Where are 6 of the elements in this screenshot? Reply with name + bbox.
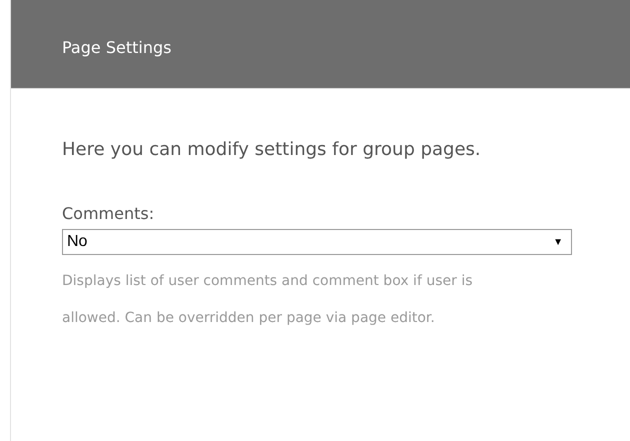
comments-dropdown[interactable]: No ▼ [62,229,572,255]
help-text: Displays list of user comments and comment box if user is allowed. Can be overridden per page via page editor. [62,272,474,328]
dropdown-arrow-icon: ▼ [553,236,563,248]
field-label: Comments: [62,204,154,223]
intro-text: Here you can modify settings for group pages. [62,139,482,160]
panel-title: Page Settings [62,36,172,56]
